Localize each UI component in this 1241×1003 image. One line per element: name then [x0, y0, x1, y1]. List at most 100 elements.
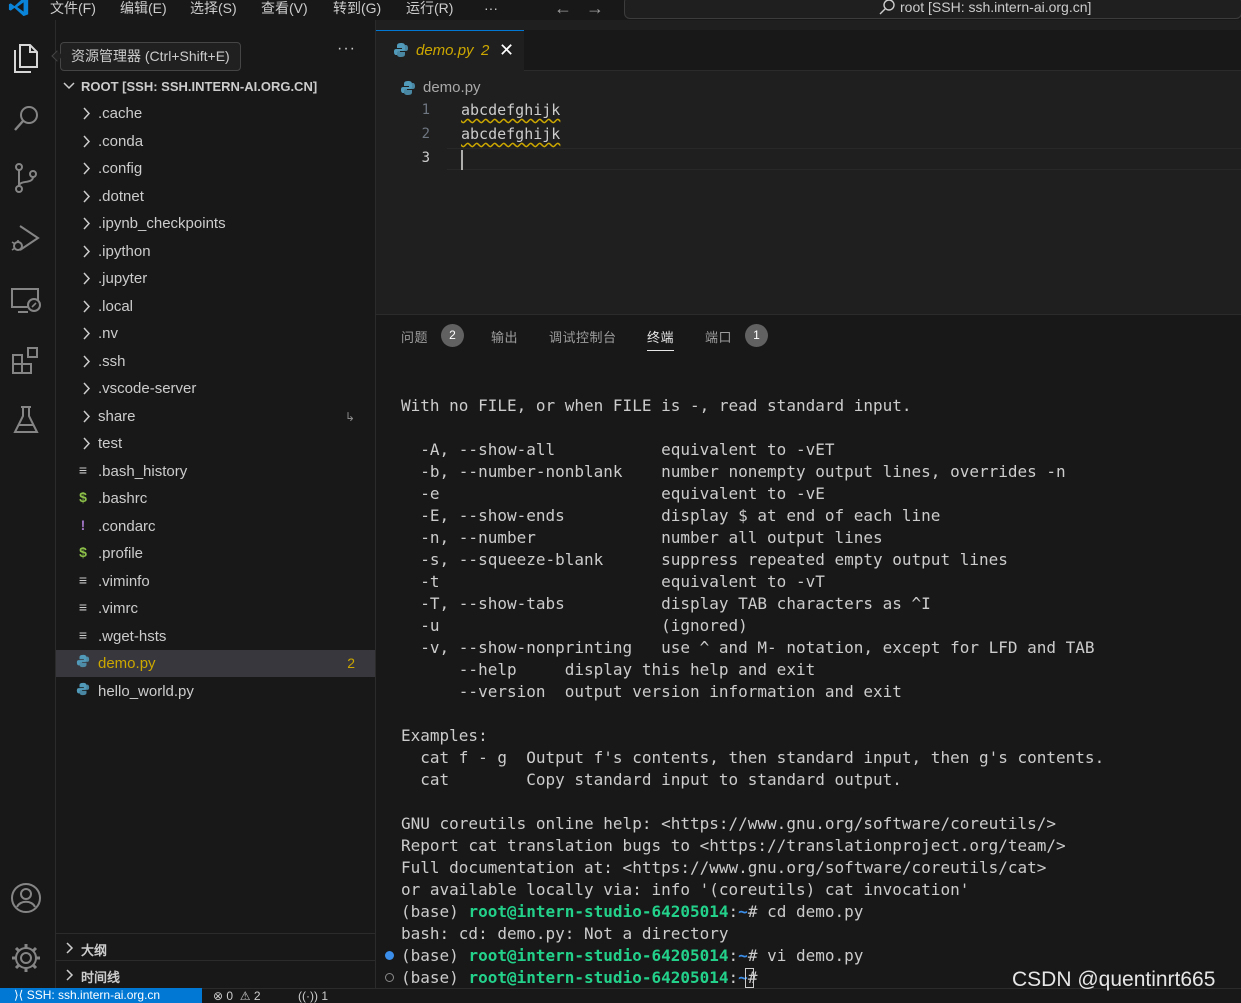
explorer-icon[interactable]	[8, 40, 44, 76]
tree-folder[interactable]: .local	[56, 293, 375, 320]
menu-edit[interactable]: 编辑(E)	[120, 0, 167, 16]
tab-terminal[interactable]: 终端	[647, 327, 675, 351]
breadcrumb[interactable]: demo.py	[423, 79, 481, 96]
python-file-icon	[76, 681, 90, 700]
tree-folder[interactable]: test	[56, 430, 375, 457]
remote-explorer-icon[interactable]	[8, 282, 44, 318]
search-icon[interactable]	[8, 100, 44, 136]
tree-folder[interactable]: .vscode-server	[56, 375, 375, 402]
line-number: 2	[421, 126, 430, 142]
prompt-user: root@intern-studio-64205014	[468, 902, 729, 921]
tree-folder[interactable]: .nv	[56, 320, 375, 347]
chevron-right-icon	[83, 437, 91, 450]
chevron-right-icon	[83, 354, 91, 368]
terminal-prompt-line: (base) root@intern-studio-64205014:~# vi…	[401, 946, 863, 965]
tree-folder[interactable]: .cache	[56, 100, 375, 127]
terminal-prompt-line: (base) root@intern-studio-64205014:~#	[401, 968, 767, 987]
remote-indicator[interactable]: ⟩⟨ SSH: ssh.intern-ai.org.cn	[0, 988, 202, 1003]
tree-item-label: .ipynb_checkpoints	[98, 215, 226, 232]
timeline-section[interactable]: 时间线	[56, 960, 375, 987]
tree-item-label: demo.py	[98, 655, 156, 672]
tab-debug-console[interactable]: 调试控制台	[549, 327, 617, 346]
terminal-line: -v, --show-nonprinting use ^ and M- nota…	[401, 638, 1095, 657]
prompt-env: (base)	[401, 946, 469, 965]
terminal-command: vi demo.py	[767, 946, 864, 965]
tree-folder[interactable]: share	[56, 403, 375, 430]
terminal-line: -e equivalent to -vE	[401, 484, 825, 503]
errors-status[interactable]: ⊗ 0 ⚠ 2	[213, 989, 261, 1003]
tree-folder[interactable]: .ssh	[56, 348, 375, 375]
menu-goto[interactable]: 转到(G)	[333, 0, 381, 16]
tree-item-label: .ssh	[98, 352, 126, 370]
testing-flask-icon[interactable]	[8, 402, 44, 438]
back-arrow-icon[interactable]: ←	[554, 0, 572, 19]
chevron-right-icon	[83, 409, 91, 423]
run-debug-icon[interactable]	[8, 220, 44, 256]
tree-file[interactable]: ≡ .vimrc	[56, 595, 375, 622]
chevron-right-icon	[83, 189, 91, 203]
text-file-icon: ≡	[78, 571, 88, 588]
tree-folder[interactable]: .conda	[56, 128, 375, 155]
yaml-file-icon: !	[80, 516, 86, 533]
menu-file[interactable]: 文件(F)	[50, 0, 96, 16]
warning-icon: ⚠	[239, 989, 251, 1003]
tree-file[interactable]: ≡ .bash_history	[56, 458, 375, 485]
problems-count-badge: 2	[441, 324, 464, 347]
chevron-right-icon	[83, 217, 91, 230]
tree-folder[interactable]: .config	[56, 155, 375, 182]
terminal-command: cd demo.py	[767, 902, 864, 921]
explorer-more-actions-button[interactable]: ···	[337, 40, 356, 58]
tree-item-label: hello_world.py	[98, 682, 194, 700]
menu-view[interactable]: 查看(V)	[261, 0, 308, 16]
tree-folder[interactable]: .ipynb_checkpoints	[56, 210, 375, 237]
accounts-icon[interactable]	[8, 880, 44, 916]
tree-file[interactable]: ≡ .viminfo	[56, 568, 375, 595]
tree-item-label: .dotnet	[98, 187, 144, 205]
terminal-line: With no FILE, or when FILE is -, read st…	[401, 396, 912, 415]
terminal-line: or available locally via: info '(coreuti…	[401, 880, 970, 899]
tab-problems[interactable]: 问题	[401, 327, 428, 346]
prompt-symbol: #	[747, 946, 768, 965]
line-number: 3	[421, 150, 430, 166]
remote-icon: ⟩⟨	[14, 988, 27, 1002]
command-decoration-success-icon[interactable]	[385, 951, 394, 960]
python-file-icon	[394, 43, 408, 57]
menu-selection[interactable]: 选择(S)	[190, 0, 237, 16]
error-count: 0	[226, 989, 234, 1003]
code-line[interactable]: abcdefghijk	[461, 125, 560, 143]
text-cursor	[461, 150, 463, 170]
prompt-path: ~	[738, 902, 748, 921]
prompt-env: (base)	[401, 968, 469, 987]
ports-status[interactable]: ((·)) 1	[298, 989, 328, 1003]
code-line[interactable]: abcdefghijk	[461, 101, 560, 119]
chevron-right-icon	[83, 134, 91, 148]
tab-output[interactable]: 输出	[491, 327, 518, 346]
tree-item-label: .bash_history	[98, 462, 188, 480]
tree-file[interactable]: hello_world.py	[56, 678, 375, 705]
menu-more-button[interactable]: ···	[484, 0, 498, 16]
outline-section[interactable]: 大纲	[56, 933, 375, 960]
terminal-line: -n, --number number all output lines	[401, 528, 883, 547]
terminal-line: -b, --number-nonblank number nonempty ou…	[401, 462, 1066, 481]
terminal-line: GNU coreutils online help: <https://www.…	[401, 814, 1057, 833]
forward-arrow-icon[interactable]: →	[586, 0, 604, 19]
tab-ports[interactable]: 端口	[705, 327, 732, 346]
tree-folder[interactable]: .jupyter	[56, 265, 375, 292]
tree-file[interactable]: demo.py 2	[56, 650, 375, 677]
tree-file[interactable]: ≡ .wget-hsts	[56, 623, 375, 650]
source-control-icon[interactable]	[8, 160, 44, 196]
command-center-label: root [SSH: ssh.intern-ai.org.cn]	[900, 0, 1092, 15]
menu-run[interactable]: 运行(R)	[406, 0, 453, 16]
symlink-arrow-icon: ↳	[345, 410, 356, 424]
shell-file-icon: $	[79, 544, 87, 560]
settings-gear-icon[interactable]	[8, 940, 44, 976]
tree-file[interactable]: $ .bashrc	[56, 485, 375, 512]
tree-file[interactable]: $ .profile	[56, 540, 375, 567]
close-icon[interactable]: ✕	[499, 40, 514, 61]
tree-folder[interactable]: .ipython	[56, 238, 375, 265]
tree-item-label: .profile	[98, 545, 144, 562]
tree-folder[interactable]: .dotnet	[56, 183, 375, 210]
terminal-line: bash: cd: demo.py: Not a directory	[401, 924, 729, 943]
extensions-icon[interactable]	[8, 342, 44, 378]
tree-file[interactable]: ! .condarc	[56, 513, 375, 540]
